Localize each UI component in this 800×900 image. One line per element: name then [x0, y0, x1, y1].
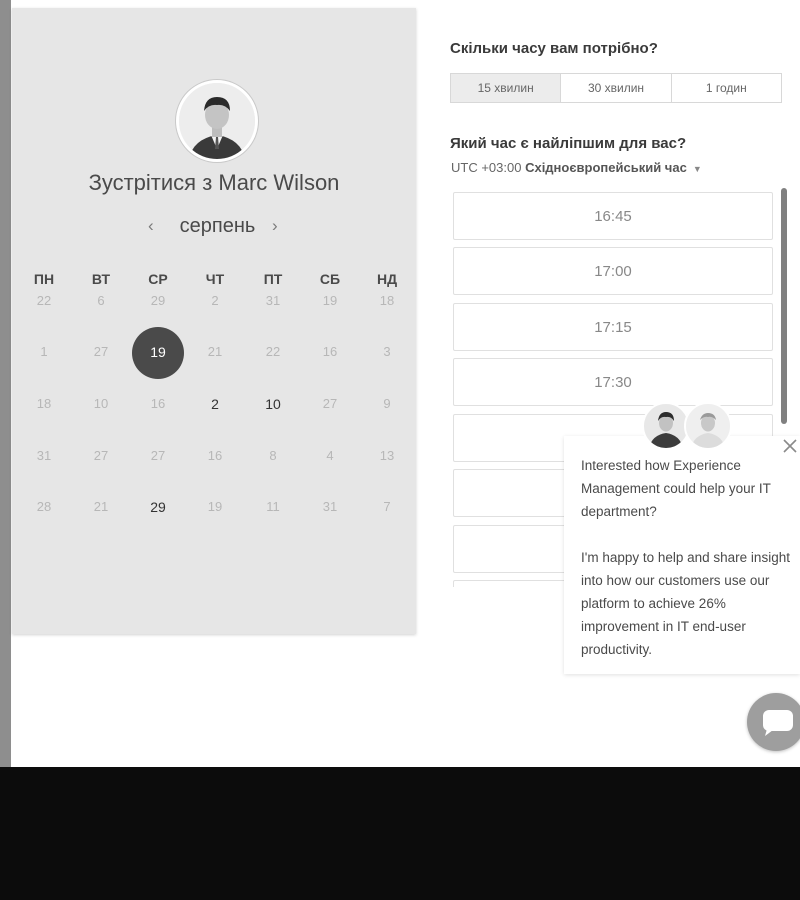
calendar-day: 16 [322, 344, 338, 359]
calendar-day: 27 [322, 396, 338, 411]
close-icon-glyph [783, 439, 797, 453]
calendar-day: 6 [97, 293, 105, 308]
chat-bubble-icon [763, 710, 793, 736]
timezone-selector[interactable]: UTC +03:00 Східноєвропейський час ▼ [451, 160, 702, 175]
agent-avatar-2-image [686, 404, 730, 448]
agent-avatar-1-image [644, 404, 688, 448]
calendar-day: 16 [207, 448, 223, 463]
calendar-day: 16 [150, 396, 166, 411]
calendar-day: 21 [207, 344, 223, 359]
calendar-day: 7 [383, 499, 391, 514]
calendar-day: 2 [211, 293, 219, 308]
host-avatar-image [179, 83, 255, 159]
time-slot[interactable]: 16:45 [453, 192, 773, 240]
calendar-day[interactable]: 2 [190, 396, 240, 412]
caret-down-icon: ▼ [692, 164, 702, 174]
calendar-day: 21 [93, 499, 109, 514]
calendar-day: 18 [36, 396, 52, 411]
calendar-day: 13 [379, 448, 395, 463]
agent-avatar-2 [684, 402, 732, 450]
calendar-day: 27 [150, 448, 166, 463]
calendar-day: 11 [266, 499, 280, 514]
calendar-day-selected[interactable]: 19 [133, 344, 183, 360]
close-icon[interactable] [779, 435, 800, 457]
time-question: Який час є найліпшим для вас? [450, 135, 687, 152]
calendar-day: 22 [265, 344, 281, 359]
chat-popup: Interested how Experience Management cou… [564, 436, 800, 674]
chat-message-1: Interested how Experience Management cou… [581, 458, 771, 519]
time-slot[interactable]: 17:30 [453, 358, 773, 406]
weekday-label: ЧТ [205, 271, 225, 287]
calendar-day: 10 [93, 396, 109, 411]
left-edge-strip [0, 0, 11, 767]
calendar-day: 19 [207, 499, 223, 514]
host-name: Marc Wilson [218, 170, 340, 195]
timezone-offset: UTC +03:00 [451, 160, 522, 175]
duration-option-60[interactable]: 1 годин [670, 74, 781, 102]
month-navigator: ‹ серпень › [145, 213, 290, 241]
time-slot[interactable]: 17:00 [453, 247, 773, 295]
chevron-right-icon[interactable]: › [272, 216, 278, 236]
time-slot[interactable]: 17:15 [453, 303, 773, 351]
calendar-day[interactable]: 10 [248, 396, 298, 412]
calendar-day: 31 [322, 499, 338, 514]
calendar-day: 8 [269, 448, 277, 463]
calendar-day: 3 [383, 344, 391, 359]
weekday-label: ВТ [91, 271, 111, 287]
host-avatar [176, 80, 258, 162]
calendar-day: 1 [40, 344, 48, 359]
chat-launcher-button[interactable] [747, 693, 800, 751]
timezone-name: Східноєвропейський час [525, 160, 687, 175]
chat-message-2: I'm happy to help and share insight into… [581, 550, 790, 657]
calendar-day: 31 [265, 293, 281, 308]
weekday-label: ПТ [263, 271, 283, 287]
meeting-title: Зустрітися з Marc Wilson [0, 170, 428, 196]
weekday-label: СР [148, 271, 168, 287]
calendar-day: 29 [150, 293, 166, 308]
duration-question: Скільки часу вам потрібно? [450, 40, 658, 57]
duration-option-30[interactable]: 30 хвилин [560, 74, 670, 102]
calendar-day: 9 [383, 396, 391, 411]
time-slot-scrollbar[interactable] [781, 188, 787, 424]
calendar-day: 19 [322, 293, 338, 308]
meeting-title-prefix: Зустрітися з [88, 170, 213, 195]
calendar-day: 4 [326, 448, 334, 463]
calendar-day: 31 [36, 448, 52, 463]
calendar-day: 28 [36, 499, 52, 514]
agent-avatar-1 [642, 402, 690, 450]
page: Зустрітися з Marc Wilson ‹ серпень › ПН В… [0, 0, 800, 767]
calendar-day: 18 [379, 293, 395, 308]
duration-option-15[interactable]: 15 хвилин [451, 74, 561, 102]
weekday-label: ПН [33, 271, 55, 287]
weekday-label: СБ [319, 271, 341, 287]
calendar-day[interactable]: 29 [133, 499, 183, 515]
month-label: серпень [179, 215, 256, 237]
calendar-day: 27 [93, 344, 109, 359]
duration-selector: 15 хвилин 30 хвилин 1 годин [450, 73, 782, 103]
calendar-day: 22 [36, 293, 52, 308]
calendar-day: 27 [93, 448, 109, 463]
weekday-label: НД [376, 271, 398, 287]
